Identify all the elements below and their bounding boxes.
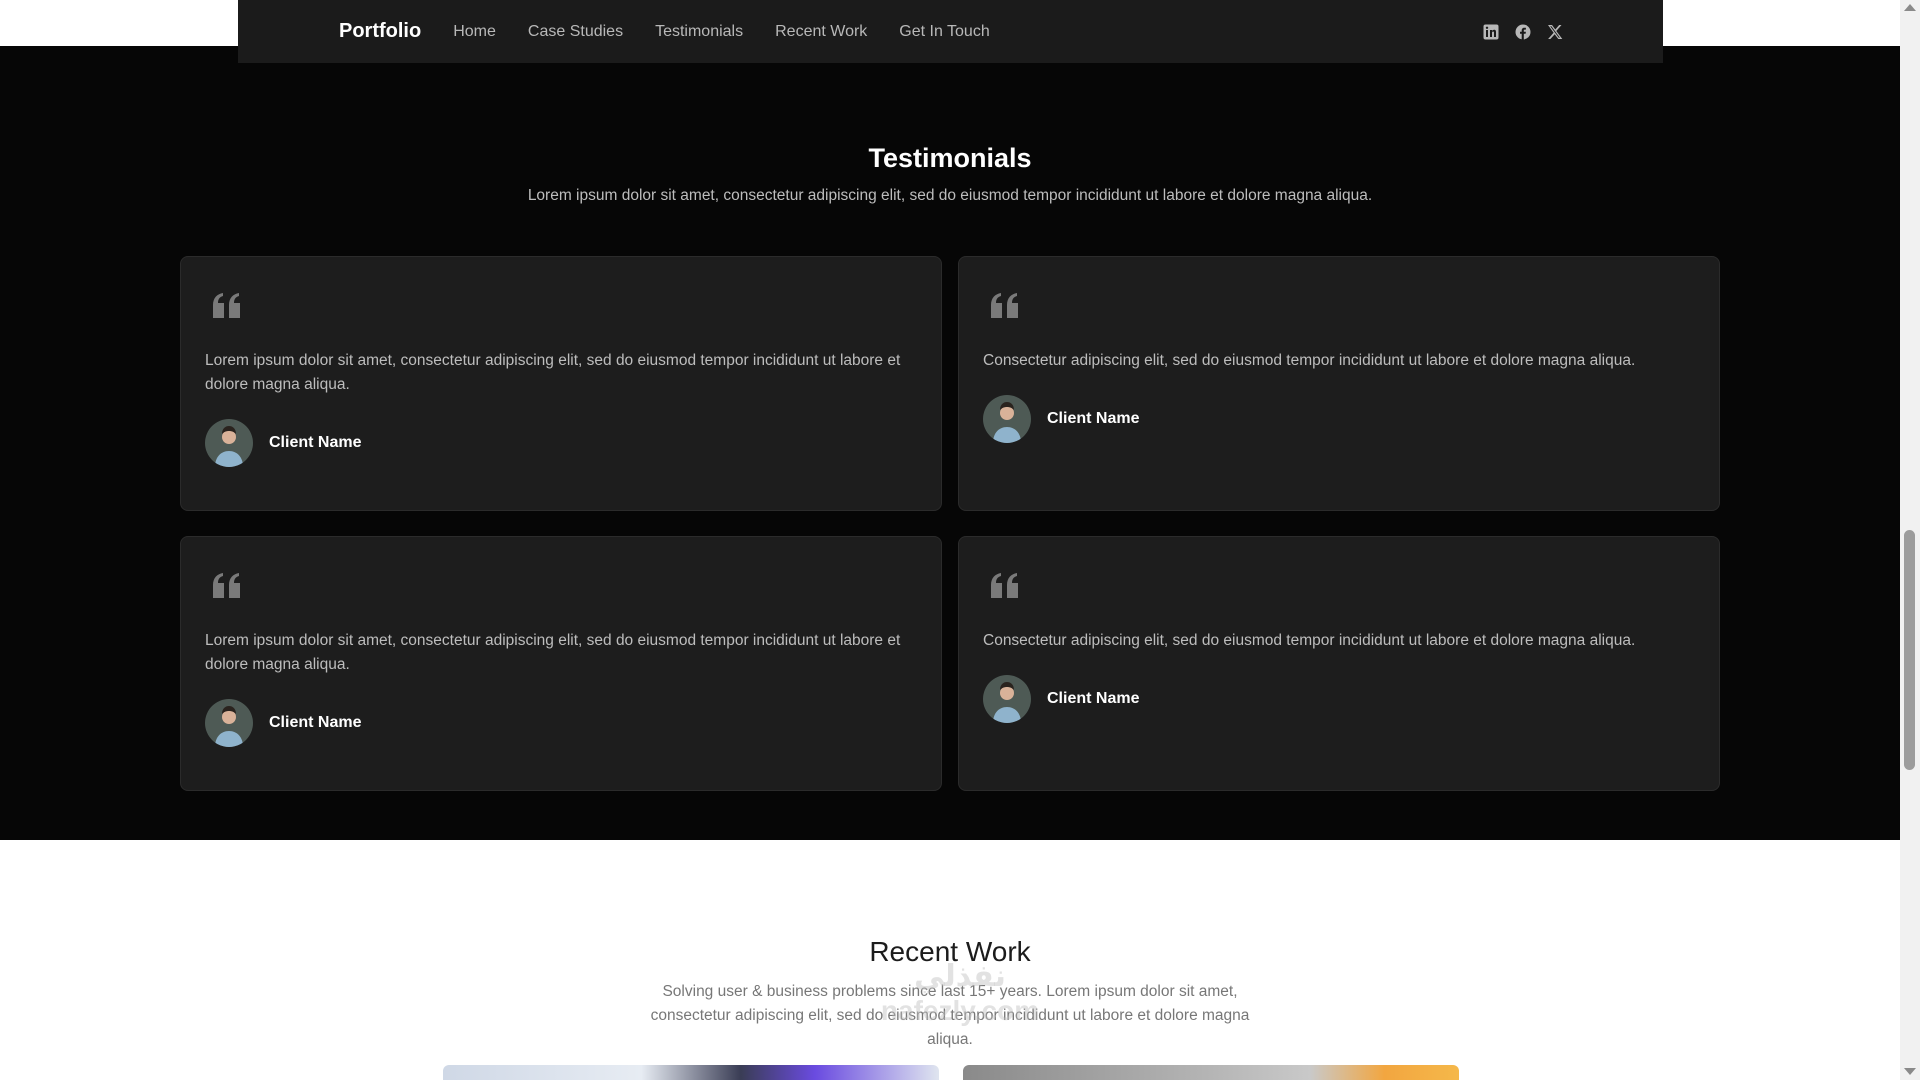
scroll-up-arrow-icon[interactable] (1904, 4, 1916, 11)
testimonial-text: Lorem ipsum dolor sit amet, consectetur … (205, 632, 901, 673)
testimonial-text: Consectetur adipiscing elit, sed do eius… (983, 352, 1636, 369)
work-thumbnail[interactable] (443, 1065, 939, 1080)
scrollbar-thumb[interactable] (1904, 530, 1915, 770)
x-icon[interactable] (1547, 24, 1563, 40)
client-info: Client Name (983, 675, 1695, 723)
client-name: Client Name (269, 434, 362, 451)
nav-link-testimonials[interactable]: Testimonials (655, 23, 743, 41)
avatar (983, 675, 1031, 723)
testimonial-text: Consectetur adipiscing elit, sed do eius… (983, 632, 1636, 649)
nav-link-case-studies[interactable]: Case Studies (528, 23, 623, 41)
quote-icon (212, 293, 242, 319)
social-links (1483, 24, 1563, 40)
navbar: Portfolio Home Case Studies Testimonials… (238, 0, 1663, 63)
watermark-url: nafezly.com (880, 995, 1040, 1026)
watermark: نفذلي nafezly.com (850, 960, 1070, 1028)
quote-icon (212, 573, 242, 599)
brand-logo[interactable]: Portfolio (339, 20, 421, 43)
avatar (205, 419, 253, 467)
client-info: Client Name (205, 699, 917, 747)
linkedin-icon[interactable] (1483, 24, 1499, 40)
avatar (983, 395, 1031, 443)
testimonials-subtitle: Lorem ipsum dolor sit amet, consectetur … (527, 187, 1373, 204)
client-name: Client Name (1047, 410, 1140, 427)
testimonials-title: Testimonials (868, 143, 1032, 173)
nav-link-get-in-touch[interactable]: Get In Touch (899, 23, 989, 41)
scroll-down-arrow-icon[interactable] (1904, 1068, 1916, 1075)
facebook-icon[interactable] (1515, 24, 1531, 40)
quote-icon (990, 573, 1020, 599)
client-name: Client Name (1047, 690, 1140, 707)
testimonial-card: Lorem ipsum dolor sit amet, consectetur … (180, 536, 942, 791)
testimonial-text: Lorem ipsum dolor sit amet, consectetur … (205, 352, 901, 393)
watermark-logo-text: نفذلي (914, 960, 1006, 993)
nav-link-recent-work[interactable]: Recent Work (775, 23, 867, 41)
client-info: Client Name (983, 395, 1695, 443)
avatar (205, 699, 253, 747)
testimonial-card: Consectetur adipiscing elit, sed do eius… (958, 536, 1720, 791)
client-name: Client Name (269, 714, 362, 731)
testimonial-card: Consectetur adipiscing elit, sed do eius… (958, 256, 1720, 511)
testimonial-card: Lorem ipsum dolor sit amet, consectetur … (180, 256, 942, 511)
quote-icon (990, 293, 1020, 319)
work-thumbnail[interactable] (963, 1065, 1459, 1080)
nav-link-home[interactable]: Home (453, 23, 496, 41)
client-info: Client Name (205, 419, 917, 467)
